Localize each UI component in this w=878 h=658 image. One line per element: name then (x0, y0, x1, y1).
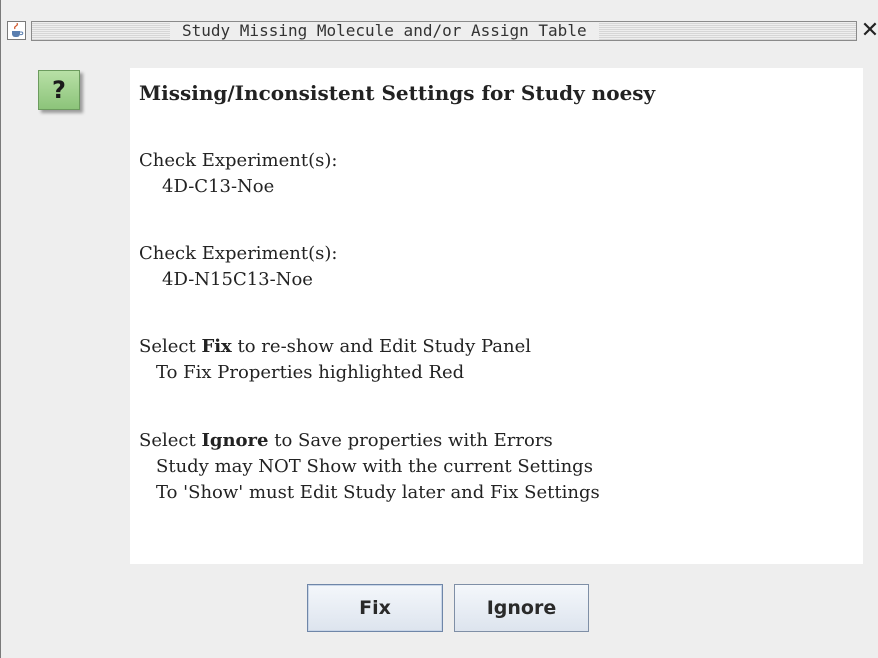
experiment-name-1: 4D-C13-Noe (162, 176, 275, 197)
fix-instruction: Select Fix to re-show and Edit Study Pan… (139, 334, 531, 360)
ignore-button[interactable]: Ignore (454, 584, 589, 632)
ignore-detail-2: To 'Show' must Edit Study later and Fix … (156, 482, 600, 503)
question-icon: ? (38, 70, 80, 110)
fix-keyword: Fix (201, 336, 232, 357)
close-icon[interactable]: ✕ (859, 18, 878, 43)
title-bar[interactable]: Study Missing Molecule and/or Assign Tab… (1, 0, 878, 44)
fix-instruction-prefix: Select (139, 336, 202, 357)
fix-button[interactable]: Fix (307, 584, 443, 632)
fix-instruction-suffix: to re-show and Edit Study Panel (231, 336, 531, 357)
window-title: Study Missing Molecule and/or Assign Tab… (170, 22, 599, 40)
ignore-instruction: Select Ignore to Save properties with Er… (139, 428, 553, 454)
check-experiment-label-2: Check Experiment(s): (139, 243, 338, 264)
ignore-keyword: Ignore (201, 430, 269, 451)
dialog-window: Study Missing Molecule and/or Assign Tab… (0, 0, 878, 658)
ignore-instruction-prefix: Select (139, 430, 202, 451)
message-panel: Missing/Inconsistent Settings for Study … (130, 68, 863, 564)
ignore-detail-1: Study may NOT Show with the current Sett… (156, 456, 593, 477)
java-icon[interactable] (7, 21, 26, 40)
java-cup-icon (12, 23, 24, 37)
message-heading: Missing/Inconsistent Settings for Study … (139, 81, 656, 105)
ignore-instruction-suffix: to Save properties with Errors (268, 430, 553, 451)
fix-detail: To Fix Properties highlighted Red (156, 362, 465, 383)
check-experiment-label-1: Check Experiment(s): (139, 150, 338, 171)
title-frame: Study Missing Molecule and/or Assign Tab… (31, 21, 857, 41)
experiment-name-2: 4D-N15C13-Noe (162, 269, 313, 290)
